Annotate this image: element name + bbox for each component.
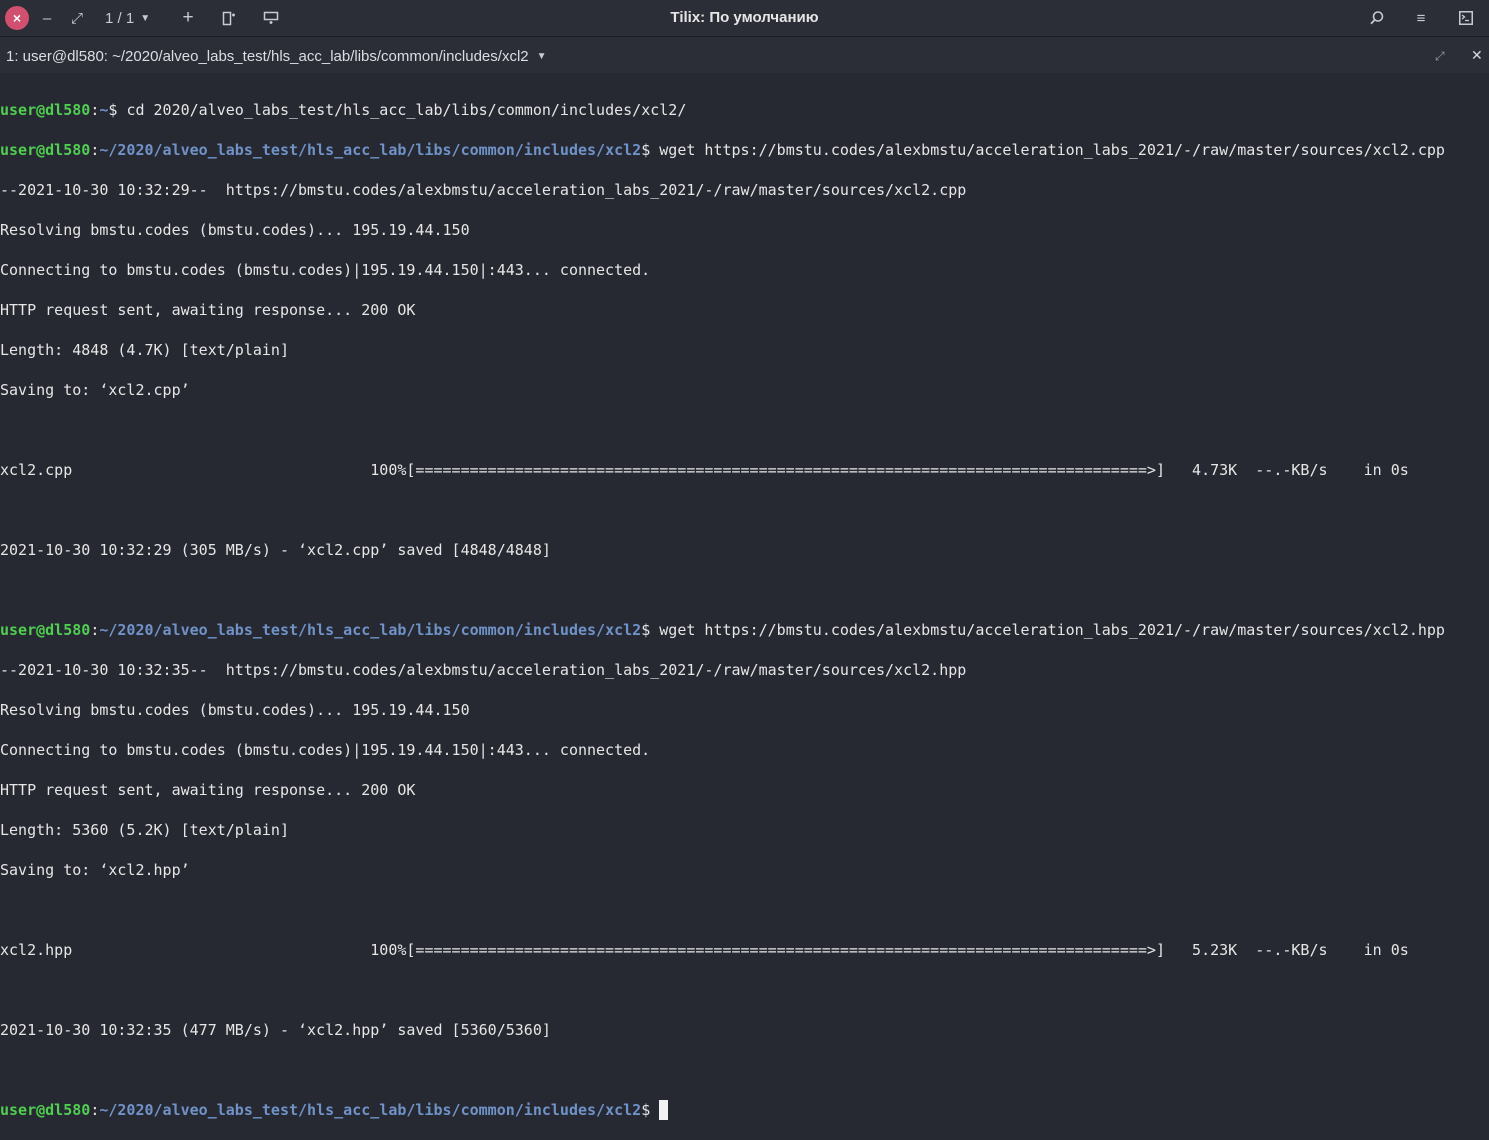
close-window-button[interactable]: ×	[5, 6, 29, 30]
prompt-user: user@dl580	[0, 621, 91, 639]
session-title-dropdown[interactable]: 1: user@dl580: ~/2020/alveo_labs_test/hl…	[6, 48, 547, 65]
terminal-output[interactable]: user@dl580:~$ cd 2020/alveo_labs_test/hl…	[0, 80, 1489, 1120]
session-title: 1: user@dl580: ~/2020/alveo_labs_test/hl…	[6, 48, 529, 65]
prompt-dollar: $	[641, 141, 660, 159]
menu-icon: ≡	[1416, 9, 1426, 27]
output-line: Length: 5360 (5.2K) [text/plain]	[0, 821, 289, 839]
output-line: Length: 4848 (4.7K) [text/plain]	[0, 341, 289, 359]
close-icon: ✕	[1471, 47, 1483, 63]
prompt-path: ~/2020/alveo_labs_test/hls_acc_lab/libs/…	[99, 621, 642, 639]
terminal-icon	[1459, 11, 1473, 25]
chevron-down-icon: ▼	[536, 51, 547, 62]
add-session-button[interactable]: +	[177, 5, 199, 31]
prompt-sep: :	[90, 141, 100, 159]
title-bar: × – ⤢ 1 / 1 ▼ + Tilix: По умолчанию ≡	[0, 0, 1489, 37]
prompt-sep: :	[90, 1101, 100, 1119]
close-icon: ×	[12, 10, 22, 26]
maximize-icon: ⤢	[1435, 49, 1445, 63]
command-text: cd 2020/alveo_labs_test/hls_acc_lab/libs…	[126, 101, 687, 119]
prompt-user: user@dl580	[0, 141, 91, 159]
maximize-terminal-button[interactable]: ⤢	[1435, 49, 1445, 64]
command-text: wget https://bmstu.codes/alexbmstu/accel…	[659, 141, 1445, 159]
prompt-path: ~/2020/alveo_labs_test/hls_acc_lab/libs/…	[99, 1101, 642, 1119]
text-cursor	[659, 1100, 669, 1120]
split-horizontal-button[interactable]	[259, 5, 283, 31]
close-terminal-button[interactable]: ✕	[1471, 47, 1483, 64]
chevron-down-icon: ▼	[140, 12, 151, 24]
prompt-dollar: $	[641, 1101, 660, 1119]
output-line: --2021-10-30 10:32:29-- https://bmstu.co…	[0, 181, 967, 199]
progress-line: xcl2.cpp 100%[==========================…	[0, 461, 1409, 479]
menu-button[interactable]: ≡	[1410, 5, 1432, 31]
output-line: Connecting to bmstu.codes (bmstu.codes)|…	[0, 261, 651, 279]
output-line: Connecting to bmstu.codes (bmstu.codes)|…	[0, 741, 651, 759]
split-vertical-icon	[222, 11, 235, 25]
prompt-sep: :	[90, 101, 100, 119]
output-line: --2021-10-30 10:32:35-- https://bmstu.co…	[0, 661, 967, 679]
output-line: Resolving bmstu.codes (bmstu.codes)... 1…	[0, 701, 470, 719]
minimize-icon: –	[42, 9, 52, 27]
prompt-line: user@dl580:~$ cd 2020/alveo_labs_test/hl…	[0, 100, 1489, 120]
restore-icon: ⤢	[70, 9, 83, 27]
search-button[interactable]	[1366, 5, 1388, 31]
output-line: Saving to: ‘xcl2.cpp’	[0, 381, 190, 399]
output-line: Resolving bmstu.codes (bmstu.codes)... 1…	[0, 221, 470, 239]
session-counter: 1 / 1	[105, 9, 135, 27]
prompt-dollar: $	[641, 621, 660, 639]
prompt-sep: :	[90, 621, 100, 639]
progress-line: xcl2.hpp 100%[==========================…	[0, 941, 1409, 959]
prompt-path: ~/2020/alveo_labs_test/hls_acc_lab/libs/…	[99, 141, 642, 159]
restore-button[interactable]: ⤢	[66, 5, 88, 31]
session-counter-dropdown[interactable]: 1 / 1 ▼	[105, 9, 150, 27]
sidebar-toggle-button[interactable]	[1455, 5, 1477, 31]
output-line: HTTP request sent, awaiting response... …	[0, 301, 416, 319]
prompt-user: user@dl580	[0, 101, 91, 119]
prompt-line: user@dl580:~/2020/alveo_labs_test/hls_ac…	[0, 1100, 1489, 1120]
command-text: wget https://bmstu.codes/alexbmstu/accel…	[659, 621, 1445, 639]
prompt-line: user@dl580:~/2020/alveo_labs_test/hls_ac…	[0, 620, 1489, 640]
prompt-dollar: $	[108, 101, 127, 119]
prompt-line: user@dl580:~/2020/alveo_labs_test/hls_ac…	[0, 140, 1489, 160]
split-vertical-button[interactable]	[218, 5, 240, 31]
minimize-button[interactable]: –	[36, 5, 58, 31]
output-line: 2021-10-30 10:32:35 (477 MB/s) - ‘xcl2.h…	[0, 1021, 551, 1039]
split-horizontal-icon	[263, 11, 279, 24]
output-line: HTTP request sent, awaiting response... …	[0, 781, 416, 799]
search-icon	[1370, 11, 1384, 25]
prompt-user: user@dl580	[0, 1101, 91, 1119]
add-icon: +	[182, 7, 194, 28]
output-line: 2021-10-30 10:32:29 (305 MB/s) - ‘xcl2.c…	[0, 541, 551, 559]
output-line: Saving to: ‘xcl2.hpp’	[0, 861, 190, 879]
session-tab-bar: 1: user@dl580: ~/2020/alveo_labs_test/hl…	[0, 37, 1489, 73]
